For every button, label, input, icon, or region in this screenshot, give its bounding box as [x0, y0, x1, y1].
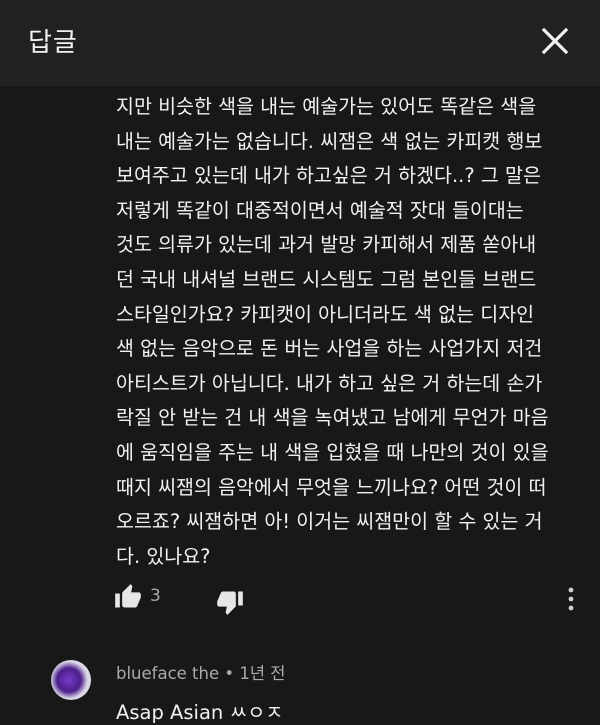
comment-line: 스타일인가요? 카피캣이 아니더라도 색 없는 디자인	[116, 302, 535, 326]
meta-separator: •	[224, 664, 235, 683]
comment-line: 보여주고 있는데 내가 하고싶은 거 하겠다..? 그 말은	[116, 164, 541, 188]
comment-line: 것도 의류가 있는데 과거 발망 카피해서 제품 쏟아내	[116, 233, 537, 257]
comment-line: 아티스트가 아닙니다. 내가 하고 싶은 거 하는데 손가	[116, 371, 543, 395]
like-button[interactable]	[114, 583, 142, 611]
panel-title: 답글	[28, 28, 78, 58]
more-options-button[interactable]	[560, 584, 582, 614]
reply-panel-header: 답글	[0, 0, 600, 86]
more-vertical-icon	[568, 587, 574, 611]
reply-text: Asap Asian ㅆㅇㅈ	[116, 701, 284, 724]
comment-line: 오르죠? 씨잼하면 아! 이거는 씨잼만이 할 수 있는 거	[116, 510, 543, 534]
thumbs-up-icon	[115, 584, 141, 608]
comment-line: 지만 비슷한 색을 내는 예술가는 있어도 똑같은 색을	[116, 95, 537, 118]
close-icon	[541, 27, 569, 55]
close-button[interactable]	[534, 20, 576, 62]
comment-line: 에 움직임을 주는 내 색을 입혔을 때 나만의 것이 있을	[116, 440, 549, 464]
comment-line: 색 없는 음악으로 돈 버는 사업을 하는 사업가지 저건	[116, 337, 543, 361]
like-count: 3	[150, 586, 161, 606]
reply-author[interactable]: blueface the	[116, 664, 219, 683]
comment-line: 다. 있나요?	[116, 544, 211, 568]
comment-line: 저렇게 똑같이 대중적이면서 예술적 잣대 들이대는	[116, 198, 524, 222]
avatar[interactable]	[51, 660, 91, 700]
dislike-button[interactable]	[216, 588, 244, 616]
comment-line: 던 국내 내셔널 브랜드 시스템도 그럼 본인들 브랜드	[116, 267, 537, 291]
comment-text: 지만 비슷한 색을 내는 예술가는 있어도 똑같은 색을 내는 예술가는 없습니…	[116, 90, 586, 574]
reply-meta: blueface the • 1년 전	[116, 660, 285, 684]
thumbs-down-icon	[217, 591, 243, 615]
comment-line: 락질 안 받는 건 내 색을 녹여냈고 남에게 무언가 마음	[116, 406, 549, 430]
comment-line: 내는 예술가는 없습니다. 씨잼은 색 없는 카피캣 행보	[116, 129, 543, 153]
comment-actions: 3	[0, 578, 600, 618]
comment-line: 때지 씨잼의 음악에서 무엇을 느끼나요? 어떤 것이 떠	[116, 475, 547, 499]
reply-timestamp: 1년 전	[239, 664, 286, 683]
reply-item: blueface the • 1년 전 Asap Asian ㅆㅇㅈ	[0, 650, 600, 724]
